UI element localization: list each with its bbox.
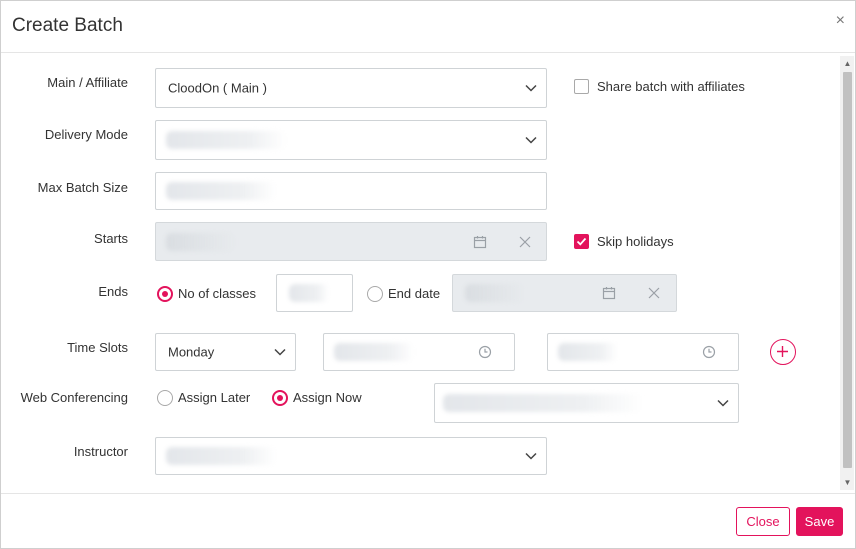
skip-holidays-label: Skip holidays [597,234,674,249]
dialog-body: Main / Affiliate CloodOn ( Main ) Share … [1,54,855,492]
scroll-down-icon[interactable]: ▼ [843,478,852,487]
dialog-title: Create Batch [12,15,123,36]
calendar-icon[interactable] [473,235,487,249]
end-date-label: End date [388,286,441,301]
chevron-down-icon [274,348,286,356]
assign-now-radio[interactable] [272,390,288,406]
web-conferencing-value-redacted [443,394,643,412]
calendar-icon[interactable] [602,286,616,300]
starts-label: Starts [94,231,128,246]
instructor-label: Instructor [73,444,128,459]
day-select[interactable]: Monday [155,333,296,371]
end-date-value-redacted [465,284,525,302]
web-conferencing-label: Web Conferencing [20,390,128,405]
close-button[interactable]: Close [736,507,790,536]
save-button[interactable]: Save [796,507,843,536]
no-of-classes-value-redacted [289,284,329,302]
day-value: Monday [168,344,215,360]
chevron-down-icon [717,399,729,407]
web-conferencing-select[interactable] [434,383,739,423]
close-icon[interactable] [648,287,660,299]
assign-later-label: Assign Later [178,390,251,405]
clock-icon[interactable] [478,345,492,359]
clock-icon[interactable] [702,345,716,359]
close-icon[interactable] [519,236,531,248]
assign-now-label: Assign Now [293,390,362,405]
main-affiliate-value: CloodOn ( Main ) [168,80,267,96]
end-date-radio[interactable] [367,286,383,302]
end-date-input[interactable] [452,274,677,312]
assign-later-radio[interactable] [157,390,173,406]
chevron-down-icon [525,84,537,92]
add-time-slot-button[interactable] [770,339,796,365]
no-of-classes-label: No of classes [178,286,257,301]
instructor-select[interactable] [155,437,547,475]
ends-label: Ends [98,284,128,299]
delivery-mode-value-redacted [166,131,286,149]
main-affiliate-select[interactable]: CloodOn ( Main ) [155,68,547,108]
max-batch-size-value-redacted [166,182,276,200]
max-batch-size-input[interactable] [155,172,547,210]
start-time-input[interactable] [323,333,515,371]
scroll-up-icon[interactable]: ▲ [843,59,852,68]
delivery-mode-select[interactable] [155,120,547,160]
scrollbar[interactable]: ▲ ▼ [840,56,854,490]
share-batch-label: Share batch with affiliates [597,79,745,94]
end-time-input[interactable] [547,333,739,371]
delivery-mode-label: Delivery Mode [44,127,128,142]
close-icon[interactable]: × [836,13,845,29]
dialog-footer: Close Save [1,493,855,549]
share-batch-checkbox[interactable] [574,79,589,94]
max-batch-size-label: Max Batch Size [37,180,128,195]
plus-icon [777,346,788,357]
instructor-value-redacted [166,447,276,465]
chevron-down-icon [525,136,537,144]
create-batch-dialog: Create Batch × Main / Affiliate CloodOn … [0,0,856,549]
skip-holidays-checkbox[interactable] [574,234,589,249]
dialog-header: Create Batch × [1,1,855,53]
starts-date-input[interactable] [155,222,547,261]
start-time-value-redacted [334,343,414,361]
end-time-value-redacted [558,343,618,361]
starts-value-redacted [166,232,236,251]
time-slots-label: Time Slots [67,340,128,355]
scrollbar-thumb[interactable] [843,72,852,468]
main-affiliate-label: Main / Affiliate [47,75,128,90]
checkmark-icon [576,237,587,246]
chevron-down-icon [525,452,537,460]
no-of-classes-input[interactable] [276,274,353,312]
no-of-classes-radio[interactable] [157,286,173,302]
